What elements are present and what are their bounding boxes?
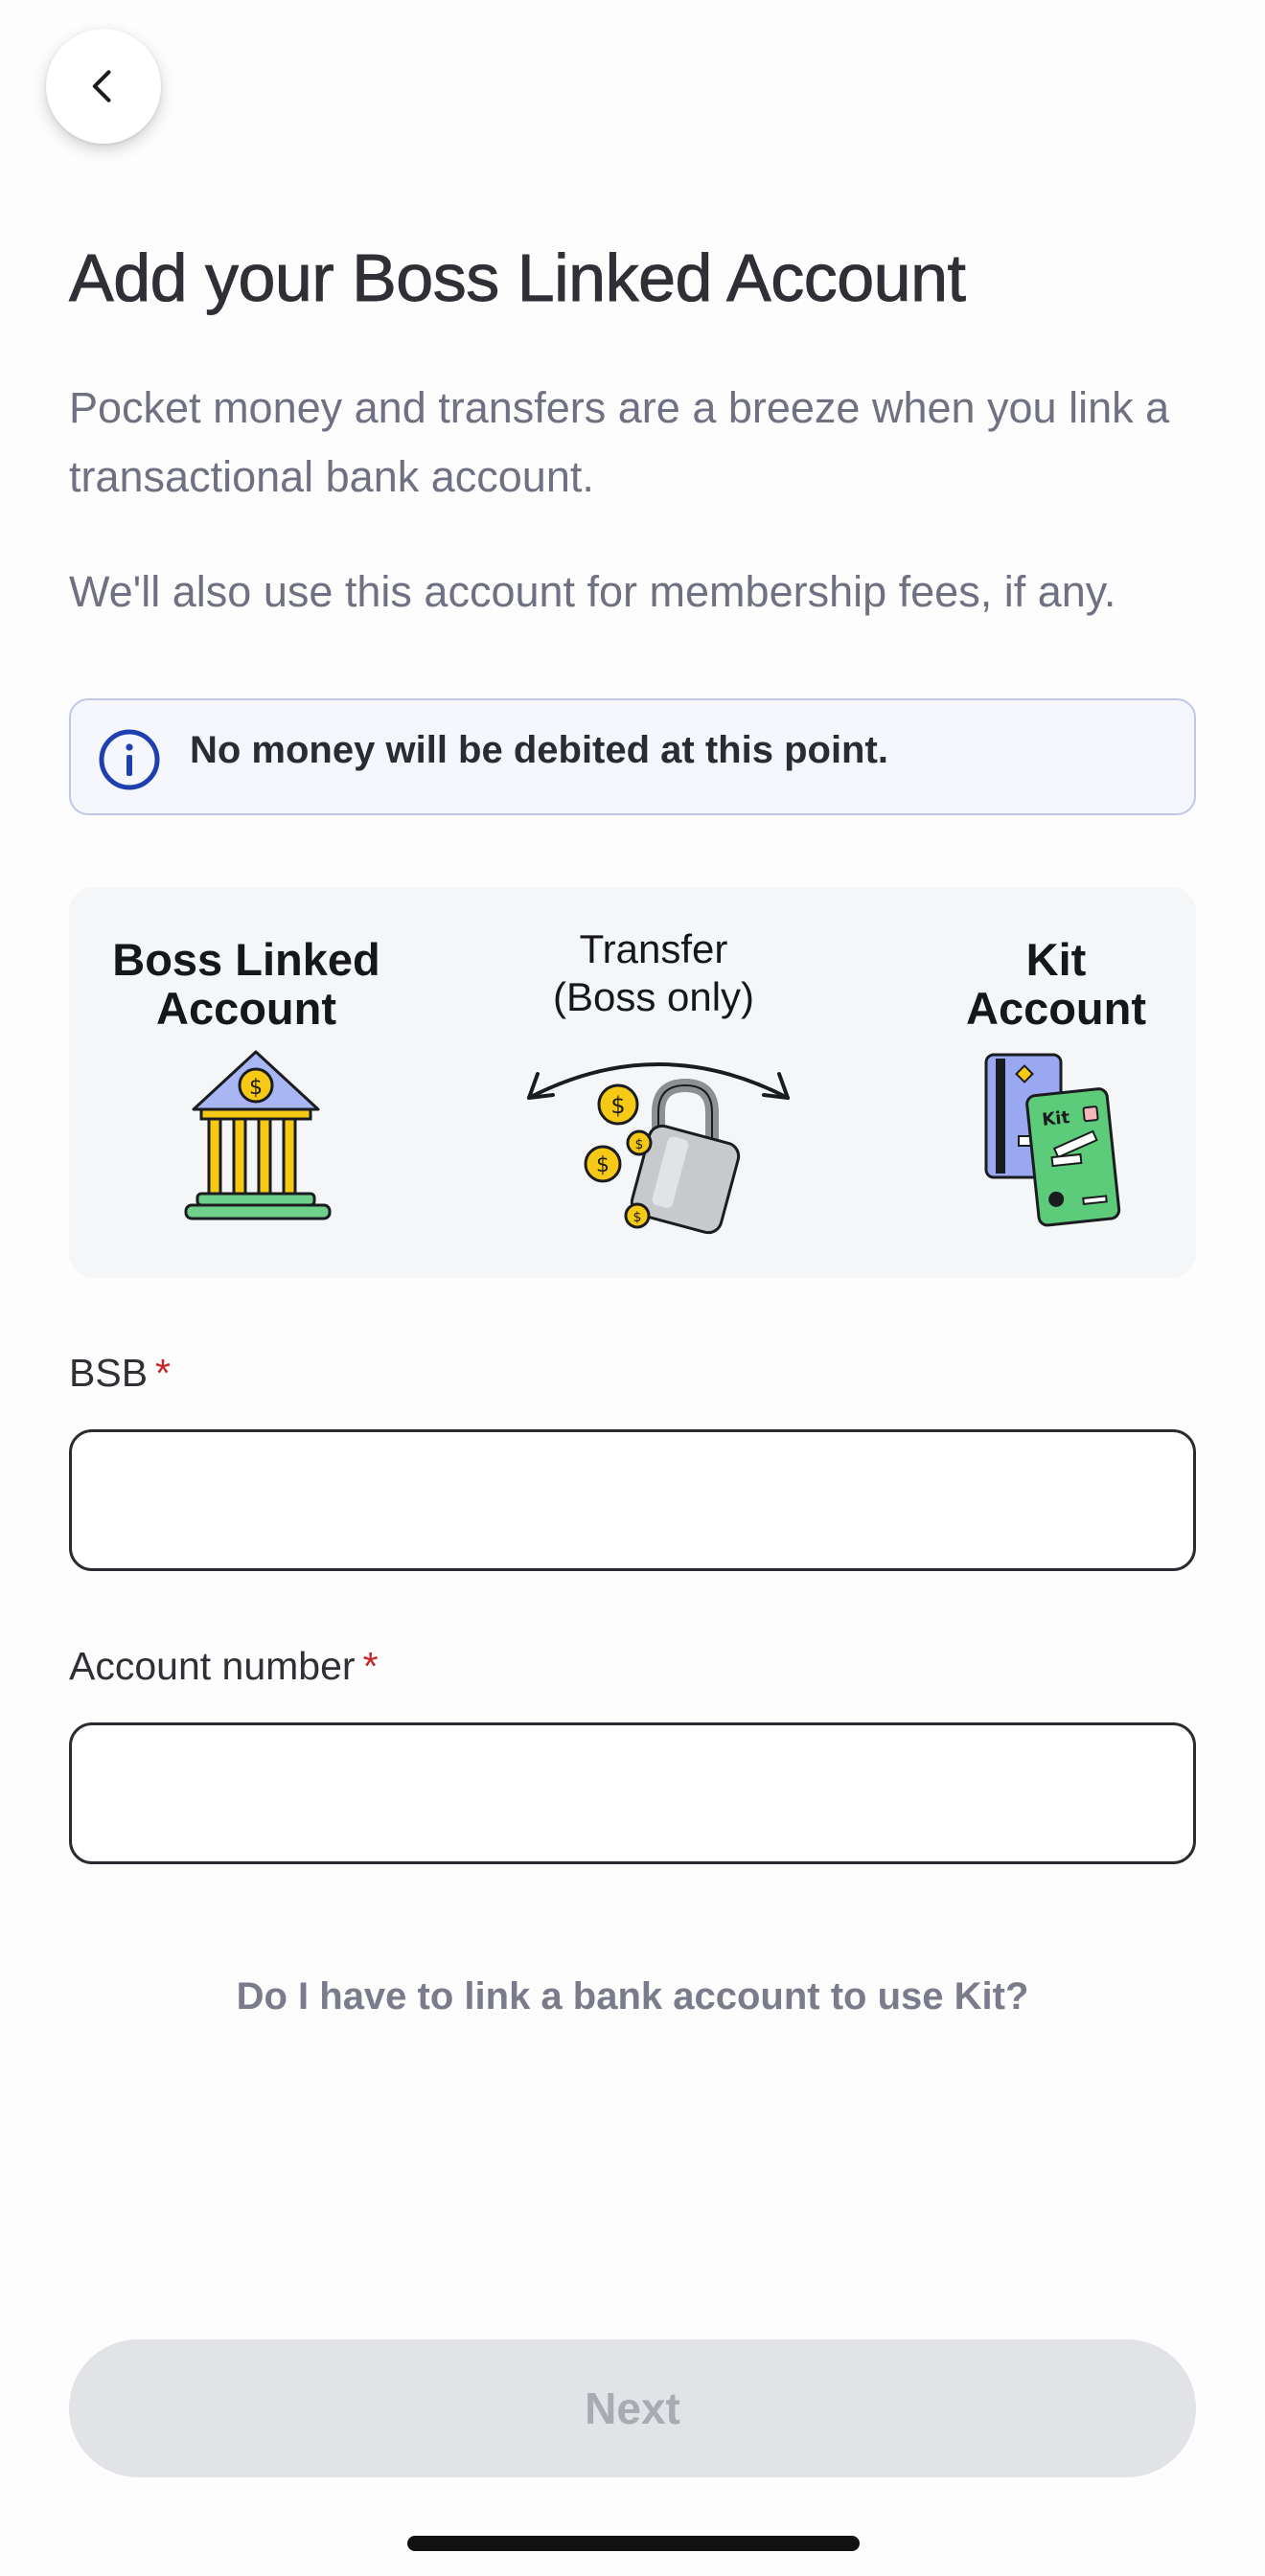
- bsb-input[interactable]: [69, 1429, 1196, 1571]
- kit-cards-icon: Kit: [984, 1053, 1121, 1227]
- bank-icon: $: [184, 1050, 332, 1220]
- transfer-label: Transfer (Boss only): [552, 926, 755, 1019]
- required-marker: *: [155, 1351, 172, 1395]
- boss-linked-account-label: Boss Linked Account: [112, 934, 380, 1034]
- account-number-input[interactable]: [69, 1722, 1196, 1864]
- home-indicator: [407, 2536, 860, 2551]
- bsb-label: BSB *: [69, 1351, 172, 1395]
- svg-text:$: $: [633, 1210, 642, 1225]
- membership-fees-text: We'll also use this account for membersh…: [69, 567, 1116, 616]
- link-bank-account-help-link[interactable]: Do I have to link a bank account to use …: [0, 1975, 1265, 2018]
- transfer-lock-icon: $ $ $ $: [527, 1062, 790, 1235]
- description-text: Pocket money and transfers are a breeze …: [69, 383, 1170, 501]
- svg-text:$: $: [596, 1153, 610, 1177]
- chevron-left-icon: [92, 70, 111, 103]
- next-button[interactable]: Next: [69, 2339, 1196, 2477]
- info-banner: No money will be debited at this point.: [69, 698, 1196, 815]
- svg-text:Kit: Kit: [1041, 1107, 1070, 1130]
- kit-account-label: Kit Account: [966, 934, 1146, 1034]
- info-banner-text: No money will be debited at this point.: [190, 729, 888, 771]
- required-marker: *: [362, 1644, 379, 1688]
- info-icon: [99, 729, 160, 790]
- page-title: Add your Boss Linked Account: [69, 240, 967, 316]
- svg-text:$: $: [610, 1092, 625, 1119]
- transfer-illustration: Boss Linked Account Transfer (Boss only)…: [69, 887, 1196, 1278]
- account-number-label: Account number *: [69, 1644, 379, 1688]
- svg-text:$: $: [635, 1137, 644, 1152]
- svg-text:$: $: [249, 1076, 263, 1100]
- back-button[interactable]: [46, 29, 161, 144]
